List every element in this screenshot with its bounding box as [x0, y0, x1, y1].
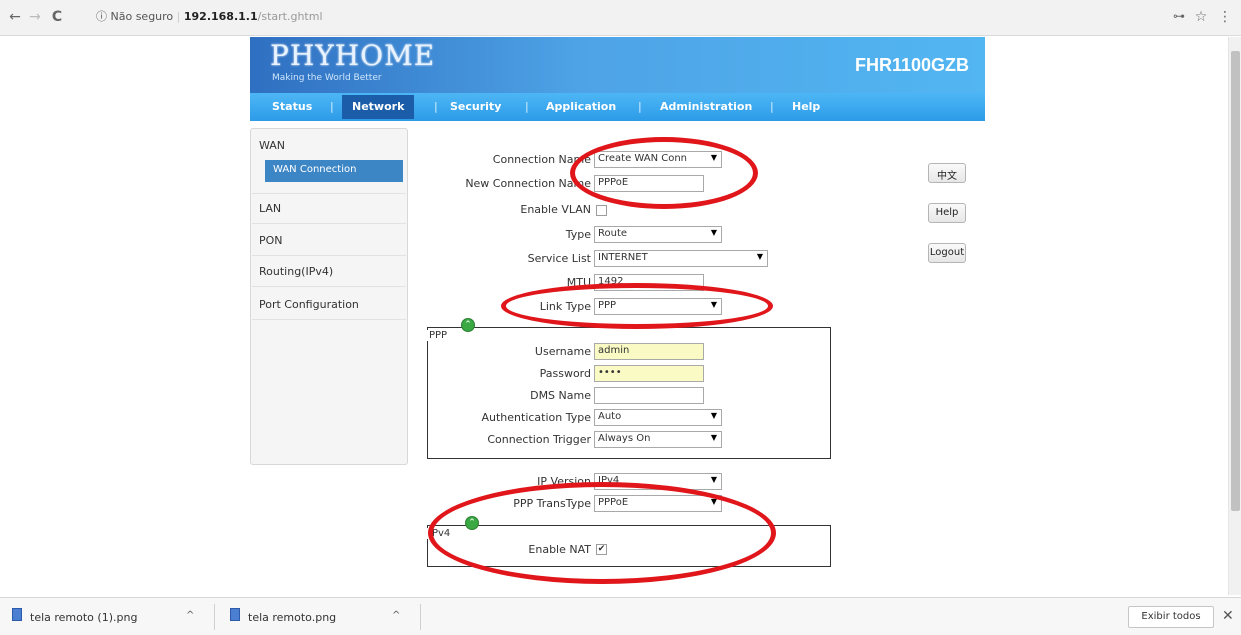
sidebar-divider	[252, 223, 406, 224]
chevron-down-icon: ▼	[756, 252, 763, 261]
sidebar-item-routing[interactable]: Routing(IPv4)	[259, 265, 333, 278]
security-indicator[interactable]: ⓘ Não seguro	[96, 10, 173, 23]
menu-security[interactable]: Security	[450, 100, 501, 113]
language-button[interactable]: 中文	[928, 163, 966, 183]
show-all-button[interactable]: Exibir todos	[1128, 606, 1214, 628]
scrollbar-thumb[interactable]	[1231, 51, 1240, 511]
key-icon[interactable]: ⊶	[1170, 9, 1188, 23]
enable-vlan-label: Enable VLAN	[520, 203, 591, 216]
brand-logo: PHYHOME	[270, 39, 436, 72]
url-host: 192.168.1.1	[183, 10, 258, 23]
service-list-select[interactable]: INTERNET ▼	[594, 250, 768, 267]
dns-name-label: DMS Name	[530, 389, 591, 402]
password-input[interactable]: ••••	[594, 365, 704, 382]
sidebar-item-lan[interactable]: LAN	[259, 202, 281, 215]
type-select[interactable]: Route ▼	[594, 226, 722, 243]
menu-help[interactable]: Help	[792, 100, 820, 113]
browser-toolbar: ← → C ⓘ Não seguro | 192.168.1.1/start.g…	[0, 0, 1241, 36]
sidebar-item-port-configuration[interactable]: Port Configuration	[259, 298, 359, 311]
annotation-ellipse	[570, 137, 758, 209]
close-icon[interactable]: ✕	[1222, 608, 1234, 624]
menu-separator: |	[638, 100, 642, 113]
auth-type-value: Auto	[598, 411, 622, 422]
reload-icon[interactable]: C	[48, 9, 66, 25]
menu-separator: |	[330, 100, 334, 113]
url-path: /start.ghtml	[257, 10, 323, 23]
browser-menu-icon[interactable]: ⋮	[1216, 9, 1234, 25]
menu-separator: |	[434, 100, 438, 113]
annotation-ellipse	[428, 482, 776, 584]
help-button[interactable]: Help	[928, 203, 966, 223]
collapse-icon[interactable]: ⌃	[461, 318, 475, 332]
connection-trigger-select[interactable]: Always On ▼	[594, 431, 722, 448]
chevron-down-icon: ▼	[710, 475, 717, 484]
sidebar-divider	[252, 319, 406, 320]
menu-separator: |	[525, 100, 529, 113]
device-model: FHR1100GZB	[854, 55, 969, 75]
dns-name-input[interactable]	[594, 387, 704, 404]
downloads-bar: tela remoto (1).png ^ tela remoto.png ^ …	[0, 597, 1241, 635]
router-header: PHYHOME Making the World Better FHR1100G…	[250, 37, 985, 93]
vertical-scrollbar[interactable]	[1228, 37, 1241, 595]
file-icon	[12, 608, 22, 621]
sidebar-divider	[252, 255, 406, 256]
service-list-value: INTERNET	[598, 252, 648, 263]
connection-trigger-value: Always On	[598, 433, 651, 444]
star-icon[interactable]: ☆	[1192, 9, 1210, 25]
chevron-down-icon: ▼	[710, 433, 717, 442]
enable-vlan-checkbox[interactable]	[596, 205, 607, 216]
connection-trigger-label: Connection Trigger	[487, 433, 591, 446]
menu-separator: |	[770, 100, 774, 113]
type-label: Type	[565, 228, 591, 241]
menu-administration[interactable]: Administration	[660, 100, 752, 113]
forward-icon[interactable]: →	[26, 9, 44, 25]
address-bar[interactable]: ⓘ Não seguro | 192.168.1.1/start.ghtml	[96, 8, 323, 24]
password-label: Password	[539, 367, 591, 380]
chevron-down-icon: ▼	[710, 228, 717, 237]
logout-button[interactable]: Logout	[928, 243, 966, 263]
divider	[420, 604, 421, 630]
menu-network[interactable]: Network	[342, 95, 415, 119]
username-label: Username	[534, 345, 591, 358]
auth-type-select[interactable]: Auto ▼	[594, 409, 722, 426]
chevron-up-icon[interactable]: ^	[186, 610, 194, 621]
username-input[interactable]: admin	[594, 343, 704, 360]
sidebar-divider	[252, 286, 406, 287]
download-item-1[interactable]: tela remoto (1).png	[30, 611, 137, 624]
chevron-up-icon[interactable]: ^	[392, 610, 400, 621]
left-sidebar: WAN WAN Connection LAN PON Routing(IPv4)…	[250, 128, 408, 465]
chevron-down-icon: ▼	[710, 411, 717, 420]
divider	[214, 604, 215, 630]
ppp-legend: PPP	[427, 330, 450, 341]
auth-type-label: Authentication Type	[481, 411, 591, 424]
main-menu: Status | Network | Security | Applicatio…	[250, 93, 985, 121]
sidebar-item-wan-connection[interactable]: WAN Connection	[265, 160, 403, 182]
annotation-ellipse	[501, 283, 773, 329]
sidebar-item-wan[interactable]: WAN	[259, 139, 285, 152]
file-icon	[230, 608, 240, 621]
sidebar-item-pon[interactable]: PON	[259, 234, 283, 247]
brand-slogan: Making the World Better	[272, 73, 382, 83]
service-list-label: Service List	[527, 252, 591, 265]
sidebar-divider	[252, 193, 406, 194]
menu-application[interactable]: Application	[546, 100, 616, 113]
menu-status[interactable]: Status	[272, 100, 312, 113]
type-value: Route	[598, 228, 628, 239]
download-item-2[interactable]: tela remoto.png	[248, 611, 336, 624]
back-icon[interactable]: ←	[6, 9, 24, 25]
